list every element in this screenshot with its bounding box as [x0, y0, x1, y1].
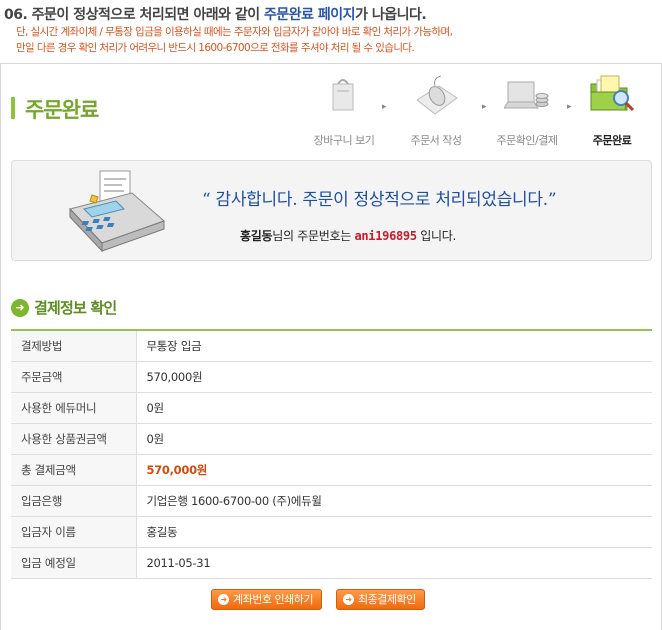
row-value: 2011-05-31: [136, 547, 652, 579]
notice-line-1: 단, 실시간 계좌이체 / 무통장 입금을 이용하실 때에는 주문자와 입금자가…: [16, 26, 453, 38]
arrow-circle-icon: ➜: [343, 593, 354, 605]
step-label-order-form: 주문서 작성: [410, 134, 462, 147]
arrow-circle-icon: ➜: [11, 298, 29, 317]
payment-section-title: 결제정보 확인: [34, 299, 117, 317]
step-label-complete: 주문완료: [592, 134, 632, 147]
row-label: 입금 예정일: [11, 547, 137, 579]
payment-info-table: 결제방법 무통장 입금 주문금액 570,000원 사용한 에듀머니 0원 사용한 상…: [11, 329, 652, 579]
customer-name: 홍길동: [240, 229, 273, 243]
notice-line-2: 만일 다른 경우 확인 처리가 어려우니 반드시 1600-6700으로 전화를…: [16, 42, 415, 54]
step-cart: 장바구니 보기: [314, 74, 375, 147]
cart-bag-icon: [321, 74, 367, 118]
row-label: 총 결제금액: [11, 454, 137, 486]
card-terminal-icon: [62, 169, 172, 260]
arrow-circle-icon: ➜: [218, 593, 229, 605]
row-label: 입금자 이름: [11, 516, 137, 548]
title-accent-bar: [11, 97, 15, 119]
mouse-pad-icon: [413, 74, 459, 118]
folder-magnifier-icon: [589, 74, 635, 118]
step-confirm-payment: 주문확인/결제: [497, 74, 558, 147]
row-label: 입금은행: [11, 485, 137, 517]
row-value: 0원: [136, 392, 652, 424]
step-arrow-icon: ▸: [482, 102, 487, 112]
payment-section-header: ➜ 결제정보 확인: [11, 297, 117, 318]
step-order-form: 주문서 작성: [410, 74, 462, 147]
heading-suffix: 가 나옵니다.: [355, 7, 427, 23]
step-label-confirm-payment: 주문확인/결제: [496, 134, 558, 147]
step-label-cart: 장바구니 보기: [313, 134, 375, 147]
print-account-button[interactable]: ➜ 계좌번호 인쇄하기: [211, 589, 322, 610]
row-value: 기업은행 1600-6700-00 (주)에듀윌: [136, 485, 652, 517]
heading-prefix: 06. 주문이 정상적으로 처리되면 아래와 같이: [4, 7, 265, 23]
order-line-mid: 님의 주문번호는: [272, 229, 355, 243]
order-line-end: 입니다.: [416, 229, 457, 243]
page-title: 주문완료: [25, 98, 99, 122]
order-number-line: 홍길동님의 주문번호는 ani196895 입니다.: [240, 227, 456, 244]
table-row: 사용한 상품권금액 0원: [11, 423, 652, 455]
table-row: 총 결제금액 570,000원: [11, 454, 652, 486]
row-value: 무통장 입금: [136, 330, 652, 362]
row-label: 사용한 에듀머니: [11, 392, 137, 424]
print-account-label: 계좌번호 인쇄하기: [233, 593, 313, 606]
table-row: 사용한 에듀머니 0원: [11, 392, 652, 424]
step-arrow-icon: ▸: [382, 102, 387, 112]
row-label: 결제방법: [11, 330, 137, 362]
order-complete-panel: 주문완료 장바구니 보기 ▸ 주문서 작성 ▸ 주문확인/결제 ▸ 주문완료 “…: [0, 63, 662, 630]
row-value: 홍길동: [136, 516, 652, 548]
laptop-coins-icon: [503, 74, 550, 118]
row-value: 0원: [136, 423, 652, 455]
step-complete: 주문완료: [589, 74, 635, 147]
table-row: 입금자 이름 홍길동: [11, 516, 652, 548]
order-number: ani196895: [354, 229, 417, 243]
table-row: 입금 예정일 2011-05-31: [11, 547, 652, 579]
row-label: 주문금액: [11, 361, 137, 393]
final-confirm-label: 최종결제확인: [358, 593, 416, 606]
heading-highlight: 주문완료 페이지: [264, 7, 356, 23]
total-amount-value: 570,000원: [136, 454, 652, 486]
final-confirm-button[interactable]: ➜ 최종결제확인: [336, 589, 425, 610]
table-row: 결제방법 무통장 입금: [11, 330, 652, 362]
page-heading: 06. 주문이 정상적으로 처리되면 아래와 같이 주문완료 페이지가 나옵니다…: [4, 4, 427, 24]
notice-text: 단, 실시간 계좌이체 / 무통장 입금을 이용하실 때에는 주문자와 입금자가…: [16, 24, 656, 56]
table-row: 주문금액 570,000원: [11, 361, 652, 393]
row-label: 사용한 상품권금액: [11, 423, 137, 455]
thanks-message: “ 감사합니다. 주문이 정상적으로 처리되었습니다.”: [202, 190, 557, 210]
thanks-box: “ 감사합니다. 주문이 정상적으로 처리되었습니다.” 홍길동님의 주문번호는…: [11, 160, 652, 261]
table-row: 입금은행 기업은행 1600-6700-00 (주)에듀윌: [11, 485, 652, 517]
step-arrow-icon: ▸: [567, 102, 572, 112]
row-value: 570,000원: [136, 361, 652, 393]
